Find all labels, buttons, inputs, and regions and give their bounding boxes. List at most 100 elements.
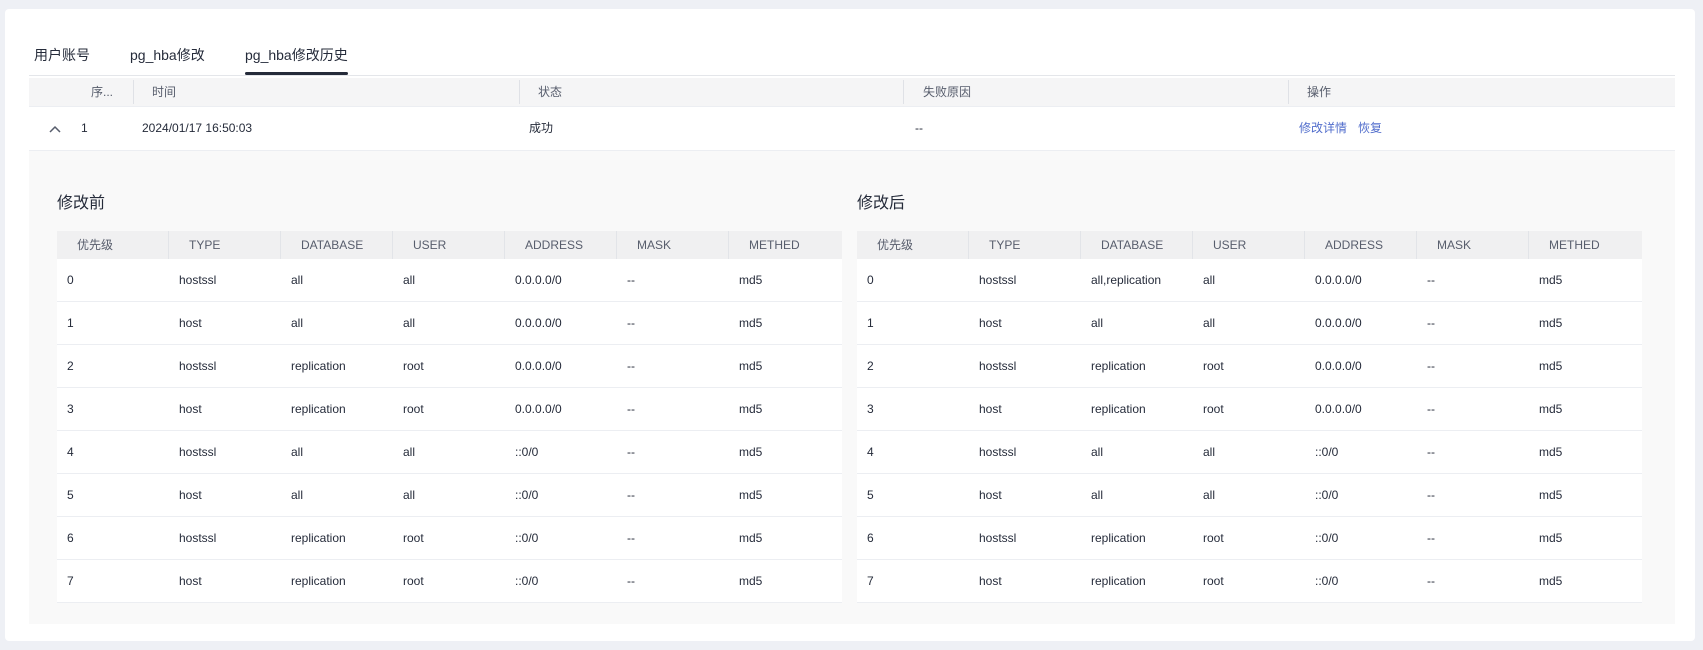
cell-priority: 2 — [867, 359, 874, 373]
column-divider — [133, 80, 134, 104]
cell-mask: -- — [1427, 273, 1435, 287]
cell-address: 0.0.0.0/0 — [1315, 359, 1362, 373]
tab-label: pg_hba修改 — [130, 47, 205, 63]
table-row: 6 hostssl replication root::0/0 -- md5 — [857, 517, 1642, 560]
cell-mask: -- — [1427, 488, 1435, 502]
table-row: 5 host all all::0/0 -- md5 — [857, 474, 1642, 517]
cell-type: hostssl — [979, 531, 1017, 545]
cell-user: root — [1203, 574, 1224, 588]
row-time: 2024/01/17 16:50:03 — [142, 121, 253, 135]
cell-mask: -- — [627, 445, 635, 459]
column-divider — [968, 231, 969, 259]
column-divider — [1288, 80, 1289, 104]
cell-priority: 7 — [67, 574, 74, 588]
cell-address: 0.0.0.0/0 — [515, 359, 562, 373]
cell-address: ::0/0 — [1315, 531, 1339, 545]
cell-method: md5 — [1539, 445, 1563, 459]
cell-address: 0.0.0.0/0 — [1315, 402, 1362, 416]
tab-user-accounts[interactable]: 用户账号 — [34, 45, 90, 75]
header-user: USER — [413, 238, 447, 252]
table-row: 4 hostssl all all::0/0 -- md5 — [857, 431, 1642, 474]
tab-label: pg_hba修改历史 — [245, 47, 348, 63]
cell-method: md5 — [739, 273, 763, 287]
cell-address: 0.0.0.0/0 — [515, 273, 562, 287]
cell-address: 0.0.0.0/0 — [1315, 316, 1362, 330]
column-divider — [903, 80, 904, 104]
cell-type: hostssl — [179, 445, 217, 459]
row-seq: 1 — [81, 121, 88, 135]
cell-method: md5 — [739, 531, 763, 545]
cell-address: 0.0.0.0/0 — [515, 316, 562, 330]
row-fail-reason: -- — [915, 121, 923, 135]
cell-type: host — [979, 402, 1002, 416]
expanded-detail-panel: 修改前 优先级 TYPE DATABASE USER ADDRESS MASK METHED… — [29, 151, 1675, 624]
cell-database: replication — [291, 402, 346, 416]
cell-address: ::0/0 — [515, 531, 539, 545]
header-method: METHED — [1549, 238, 1600, 252]
before-table-header: 优先级 TYPE DATABASE USER ADDRESS MASK METHED — [57, 231, 842, 259]
header-priority: 优先级 — [877, 238, 914, 252]
table-row: 5 host all all::0/0 -- md5 — [57, 474, 842, 517]
cell-method: md5 — [1539, 273, 1563, 287]
cell-database: replication — [1091, 359, 1146, 373]
cell-method: md5 — [1539, 359, 1563, 373]
cell-type: host — [979, 316, 1002, 330]
history-row: 1 2024/01/17 16:50:03 成功 -- 修改详情 恢复 — [29, 107, 1675, 151]
header-status: 状态 — [538, 85, 563, 99]
cell-type: hostssl — [979, 273, 1017, 287]
cell-method: md5 — [739, 402, 763, 416]
column-divider — [1528, 231, 1529, 259]
cell-type: hostssl — [179, 273, 217, 287]
header-ops: 操作 — [1307, 85, 1332, 99]
header-database: DATABASE — [1101, 238, 1164, 252]
cell-type: host — [179, 488, 202, 502]
cell-priority: 7 — [867, 574, 874, 588]
cell-type: host — [179, 316, 202, 330]
cell-method: md5 — [1539, 402, 1563, 416]
column-divider — [519, 80, 520, 104]
tab-pg-hba-history[interactable]: pg_hba修改历史 — [245, 45, 348, 75]
cell-address: 0.0.0.0/0 — [1315, 273, 1362, 287]
before-title: 修改前 — [57, 195, 106, 212]
cell-method: md5 — [739, 574, 763, 588]
cell-mask: -- — [627, 359, 635, 373]
restore-link[interactable]: 恢复 — [1358, 107, 1382, 150]
column-divider — [504, 231, 505, 259]
table-row: 0 hostssl all,replication all 0.0.0.0/0 -- md5 — [857, 259, 1642, 302]
cell-priority: 4 — [867, 445, 874, 459]
cell-priority: 3 — [67, 402, 74, 416]
cell-database: replication — [1091, 402, 1146, 416]
before-table: 优先级 TYPE DATABASE USER ADDRESS MASK METHED 0 ho… — [57, 231, 842, 603]
header-type: TYPE — [189, 238, 221, 252]
modify-details-link[interactable]: 修改详情 — [1299, 107, 1347, 150]
chevron-up-icon[interactable] — [47, 121, 63, 137]
header-priority: 优先级 — [77, 238, 114, 252]
header-address: ADDRESS — [525, 238, 584, 252]
active-tab-indicator — [245, 72, 348, 75]
cell-user: all — [1203, 316, 1216, 330]
cell-priority: 6 — [67, 531, 74, 545]
table-row: 1 host all all 0.0.0.0/0 -- md5 — [57, 302, 842, 345]
cell-type: host — [979, 488, 1002, 502]
cell-method: md5 — [739, 488, 763, 502]
cell-priority: 1 — [67, 316, 74, 330]
cell-priority: 0 — [867, 273, 874, 287]
header-time: 时间 — [152, 85, 177, 99]
cell-database: replication — [1091, 531, 1146, 545]
column-divider — [1416, 231, 1417, 259]
cell-type: hostssl — [979, 359, 1017, 373]
cell-database: replication — [1091, 574, 1146, 588]
cell-type: hostssl — [979, 445, 1017, 459]
table-row: 3 host replication root 0.0.0.0/0 -- md5 — [57, 388, 842, 431]
cell-mask: -- — [627, 574, 635, 588]
row-status: 成功 — [529, 121, 554, 135]
cell-priority: 1 — [867, 316, 874, 330]
table-row: 4 hostssl all all::0/0 -- md5 — [57, 431, 842, 474]
header-seq[interactable]: 序... — [91, 78, 113, 106]
cell-database: all — [1091, 445, 1104, 459]
cell-mask: -- — [627, 402, 635, 416]
cell-method: md5 — [1539, 574, 1563, 588]
header-method: METHED — [749, 238, 800, 252]
tab-pg-hba-edit[interactable]: pg_hba修改 — [130, 45, 205, 75]
cell-database: replication — [291, 574, 346, 588]
